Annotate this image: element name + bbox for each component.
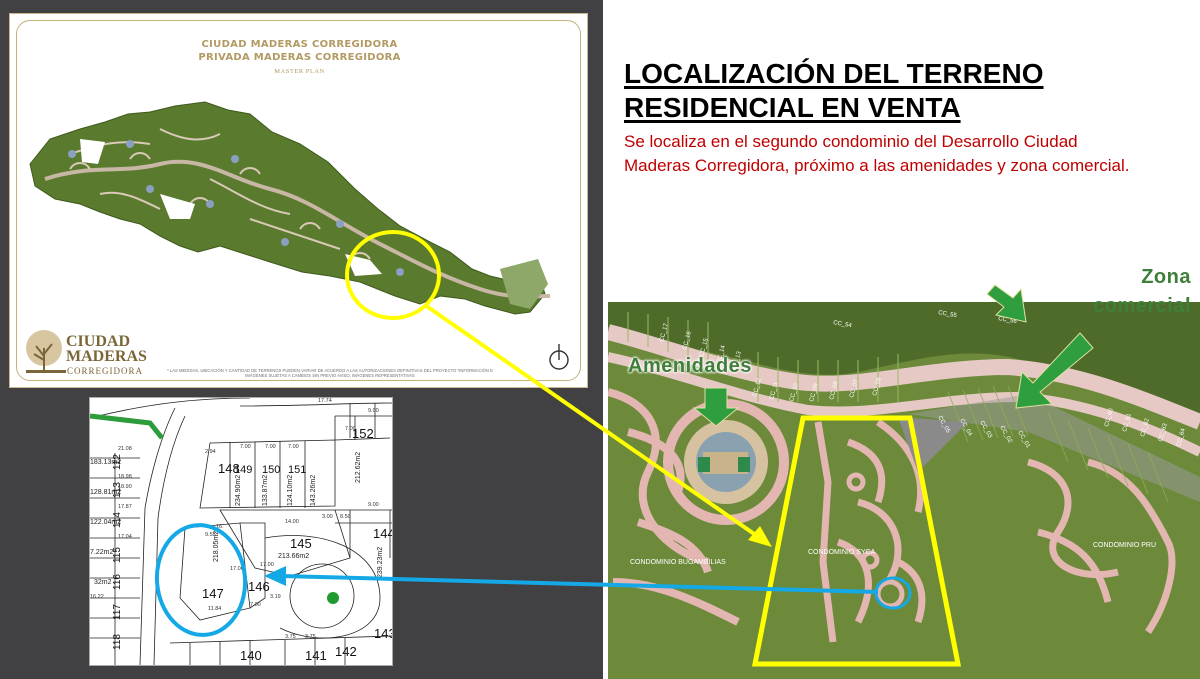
zona-comercial-label: Zona comercial [1046,263,1191,321]
lot-143: 143 [374,626,392,641]
dim-label: 16.22 [90,594,104,600]
area-144: 239.23m2 [377,547,384,578]
lot-142: 142 [335,644,357,659]
lot-145: 145 [290,536,312,551]
dim-label: 17.74 [318,398,332,404]
master-plan-title-2: PRIVADA MADERAS CORREGIDORA [198,52,401,63]
dim-label: 7.00 [345,426,356,432]
dim-label: 8.50 [340,514,351,520]
area-114: 122.04m2 [90,519,121,526]
area-113: 128.81m2 [90,489,121,496]
dim-label: 9.00 [368,408,379,414]
area-151b: 143.26m2 [310,475,317,506]
dim-label: 11.84 [208,606,221,612]
logo-text-corregidora: CORREGIDORA [67,366,144,376]
area-115: 7.22m2 [90,549,113,556]
dim-label: 3.75 [305,634,316,640]
area-151: 124.10m2 [287,475,294,506]
dim-label: 18.98 [118,474,132,480]
dim-label: 7.00 [288,444,299,450]
lot-150: 150 [262,464,280,476]
lot-149: 149 [234,464,252,476]
dim-label: 7.00 [250,602,261,608]
page-title-line-2: RESIDENCIAL EN VENTA [624,92,961,123]
lot-plan-drawing: 152 148 149 150 151 145 144 147 146 140 … [90,398,392,665]
dim-label: 14.00 [285,519,299,525]
dim-label: 18.90 [118,484,132,490]
master-plan-card: CIUDAD MADERAS CORREGIDORA PRIVADA MADER… [9,13,588,388]
compass-icon [549,344,569,370]
page-title: LOCALIZACIÓN DEL TERRENO RESIDENCIAL EN … [624,57,1043,125]
master-plan-disclaimer: * LAS MEDIDAS, UBICACIÓN Y CANTIDAD DE T… [167,368,493,378]
dim-label: 17.87 [118,504,132,510]
area-149: 234.90m2 [235,475,242,506]
lot-151: 151 [288,464,306,476]
lot-detail-plan: 152 148 149 150 151 145 144 147 146 140 … [89,397,393,666]
lot-147: 147 [202,586,224,601]
dim-label: 9.53 [205,532,216,538]
dim-label: 3.75 [285,634,296,640]
area-150: 133.87m2 [262,475,269,506]
page-title-line-1: LOCALIZACIÓN DEL TERRENO [624,58,1044,89]
logo-text-ciudad: CIUDAD [66,333,130,350]
dim-label: 3.19 [270,594,281,600]
condo-label-pru: CONDOMINIO PRU [1093,542,1156,549]
dim-label: 7.00 [265,444,276,450]
green-park-edge [90,413,164,440]
lot-118: 118 [112,634,123,650]
dim-label: 3.00 [322,514,333,520]
area-112: 183.13m2 [90,459,121,466]
dim-label: 17.00 [260,562,274,568]
green-tree-marker [327,592,339,604]
area-145: 213.66m2 [278,553,309,560]
lot-141: 141 [305,648,327,663]
dim-label: 7.00 [240,444,251,450]
zona-comercial-label-line-2: comercial [1093,295,1191,317]
master-plan-subtitle: MASTER PLAN [274,68,325,75]
dim-label: 9.00 [368,502,379,508]
dim-label: 17.04 [118,534,132,540]
master-plan-title-1: CIUDAD MADERAS CORREGIDORA [201,39,398,50]
area-152: 212.62m2 [355,452,362,483]
lot-115: 115 [112,547,123,563]
dim-label: 2.94 [205,449,216,455]
dim-label: 16. [216,524,224,530]
dim-label: 17.00 [230,566,244,572]
amenidades-label: Amenidades [628,355,752,377]
lot-144: 144 [373,526,392,541]
development-area-shape [30,102,545,314]
lot-140: 140 [240,648,262,663]
lot-117: 117 [112,604,123,620]
dim-label: 21.08 [118,446,132,452]
logo-text-maderas: MADERAS [66,348,147,365]
zona-comercial-label-line-1: Zona [1141,266,1191,288]
condo-label-bugambilias: CONDOMINIO BUGAMBILIAS [630,559,726,566]
condo-label-syca: CONDOMINIO SYCA [808,549,876,556]
location-description: Se localiza en el segundo condominio del… [624,132,1130,175]
area-116: 32m2 [94,579,112,586]
lot-146: 146 [248,579,270,594]
lot-116: 116 [112,574,123,590]
